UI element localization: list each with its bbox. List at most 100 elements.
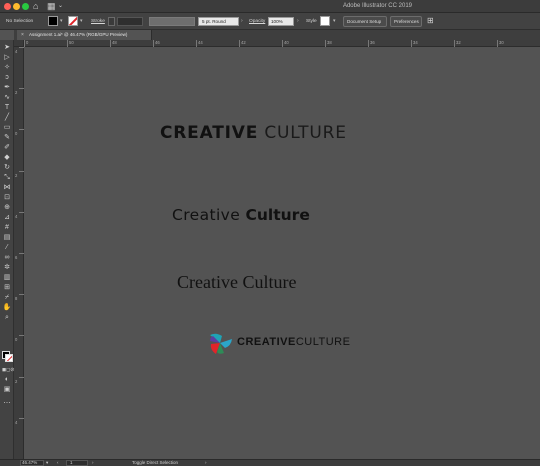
mesh-tool-icon[interactable]: # (2, 224, 12, 232)
selection-tool-icon[interactable]: ➤ (2, 44, 12, 52)
gradient-tool-icon[interactable]: ▤ (2, 234, 12, 242)
ruler-label: 4 (15, 49, 18, 54)
ruler-label: 0 (26, 40, 29, 45)
rectangle-tool-icon[interactable]: ▭ (2, 124, 12, 132)
style-dropdown-icon[interactable]: ▾ (333, 18, 336, 24)
ruler-origin[interactable] (14, 40, 24, 47)
ruler-label: 30 (499, 40, 504, 45)
graphic-style-swatch[interactable] (320, 16, 330, 26)
screen-mode-icon[interactable]: ▣ (2, 386, 12, 394)
title-bar: ⌂ ▦ ⌄ Adobe Illustrator CC 2019 (0, 0, 540, 13)
free-transform-tool-icon[interactable]: ⊡ (2, 194, 12, 202)
previous-artboard-icon[interactable]: ‹ (57, 460, 59, 466)
status-menu-icon[interactable]: › (205, 460, 207, 466)
ruler-label: 2 (15, 379, 18, 384)
blend-tool-icon[interactable]: ∞ (2, 254, 12, 262)
opacity-dropdown-icon[interactable]: › (297, 18, 299, 24)
ruler-tick (67, 40, 68, 47)
opacity-label[interactable]: Opacity (249, 18, 265, 25)
logo-word-light: Creative (172, 206, 246, 224)
ruler-tick (239, 40, 240, 47)
shape-builder-tool-icon[interactable]: ⊕ (2, 204, 12, 212)
eyedropper-tool-icon[interactable]: ⁄ (2, 244, 12, 252)
ruler-label: 6 (15, 255, 18, 260)
tools-panel: ➤ ▷ ✧ ↄ ✒ ∿ T ╱ ▭ ✎ ✐ ◆ ↻ ⤡ ⋈ ⊡ ⊕ ⊿ # ▤ … (0, 40, 15, 459)
ruler-label: 40 (284, 40, 289, 45)
zoom-window-button[interactable] (22, 3, 29, 10)
color-mode-icon[interactable]: ◼◻⊘ (2, 366, 15, 374)
artboard-canvas[interactable] (24, 47, 540, 459)
pinwheel-logo-icon (210, 333, 232, 354)
opacity-field[interactable]: 100% (268, 17, 294, 26)
document-setup-button[interactable]: Document Setup (343, 16, 387, 27)
variable-width-profile[interactable] (149, 17, 195, 26)
vertical-ruler[interactable]: 4 2 0 2 4 6 8 0 2 4 (14, 47, 24, 459)
ruler-label: 4 (15, 214, 18, 219)
fill-dropdown-icon[interactable]: ▾ (60, 18, 63, 24)
stroke-label[interactable]: Stroke (91, 18, 105, 25)
ruler-tick (454, 40, 455, 47)
lasso-tool-icon[interactable]: ↄ (2, 74, 12, 82)
logo-word-light: CULTURE (258, 123, 347, 143)
logo-serif[interactable]: Creative Culture (177, 272, 296, 293)
line-tool-icon[interactable]: ╱ (2, 114, 12, 122)
eraser-tool-icon[interactable]: ◆ (2, 154, 12, 162)
edit-toolbar-icon[interactable]: ⋯ (2, 400, 12, 408)
perspective-grid-tool-icon[interactable]: ⊿ (2, 214, 12, 222)
logo-word-bold: Culture (245, 206, 310, 224)
paintbrush-tool-icon[interactable]: ✎ (2, 134, 12, 142)
artboard-tool-icon[interactable]: ⊞ (2, 284, 12, 292)
logo-sans-caps[interactable]: CREATIVE CULTURE (160, 123, 347, 143)
stroke-dropdown-icon[interactable]: ▾ (80, 18, 83, 24)
next-artboard-icon[interactable]: › (92, 460, 94, 466)
ruler-label: 46 (155, 40, 160, 45)
chevron-down-icon[interactable]: ⌄ (58, 1, 63, 12)
ruler-label: 8 (15, 296, 18, 301)
brush-label: 5 pt. Round (202, 19, 226, 24)
home-icon[interactable]: ⌂ (33, 1, 38, 12)
stroke-swatch[interactable] (68, 16, 78, 26)
pen-tool-icon[interactable]: ✒ (2, 84, 12, 92)
brush-dropdown-icon[interactable]: › (241, 18, 243, 24)
app-title: Adobe Illustrator CC 2019 (342, 3, 412, 9)
logo-sans-mixed[interactable]: Creative Culture (172, 206, 310, 224)
arrange-documents-icon[interactable]: ⊞ (427, 16, 434, 26)
stroke-stepper[interactable] (108, 17, 115, 26)
direct-selection-tool-icon[interactable]: ▷ (2, 54, 12, 62)
rotate-tool-icon[interactable]: ↻ (2, 164, 12, 172)
stroke-color-icon[interactable] (5, 354, 13, 362)
hand-tool-icon[interactable]: ✋ (2, 304, 12, 312)
workspace-switcher-icon[interactable]: ▦ (47, 1, 56, 12)
illustrator-window: ⌂ ▦ ⌄ Adobe Illustrator CC 2019 No Selec… (0, 0, 540, 466)
ruler-label: 4 (15, 420, 18, 425)
stroke-weight-field[interactable] (117, 17, 143, 26)
drawing-mode-icon[interactable]: ◐ (2, 376, 12, 384)
close-window-button[interactable] (4, 3, 11, 10)
ruler-label: 44 (198, 40, 203, 45)
preferences-button[interactable]: Preferences (390, 16, 422, 27)
ruler-tick (110, 40, 111, 47)
artboard-number: 1 (70, 460, 73, 465)
type-tool-icon[interactable]: T (2, 104, 12, 112)
width-tool-icon[interactable]: ⋈ (2, 184, 12, 192)
close-tab-icon[interactable]: × (21, 31, 24, 39)
zoom-tool-icon[interactable]: ⌕ (2, 314, 12, 322)
symbol-sprayer-tool-icon[interactable]: ✲ (2, 264, 12, 272)
curvature-tool-icon[interactable]: ∿ (2, 94, 12, 102)
ruler-tick (325, 40, 326, 47)
shaper-tool-icon[interactable]: ✐ (2, 144, 12, 152)
ruler-tick (24, 40, 25, 47)
horizontal-ruler[interactable]: 0 50 48 46 44 42 40 38 36 34 32 30 (24, 40, 540, 47)
column-graph-tool-icon[interactable]: ▥ (2, 274, 12, 282)
minimize-window-button[interactable] (13, 3, 20, 10)
logo-with-mark[interactable]: CREATIVECULTURE (206, 331, 356, 355)
document-tab[interactable]: × Assignment 1.ai* @ 46.47% (RGB/GPU Pre… (17, 30, 152, 40)
current-tool-label: Toggle Direct Selection (132, 460, 179, 465)
magic-wand-tool-icon[interactable]: ✧ (2, 64, 12, 72)
document-tab-label: Assignment 1.ai* @ 46.47% (RGB/GPU Previ… (29, 32, 128, 37)
zoom-dropdown-icon[interactable]: ▾ (46, 460, 48, 466)
brush-definition-select[interactable]: 5 pt. Round (198, 17, 239, 26)
slice-tool-icon[interactable]: ⌿ (2, 294, 12, 302)
scale-tool-icon[interactable]: ⤡ (2, 174, 12, 182)
fill-swatch[interactable] (48, 16, 58, 26)
